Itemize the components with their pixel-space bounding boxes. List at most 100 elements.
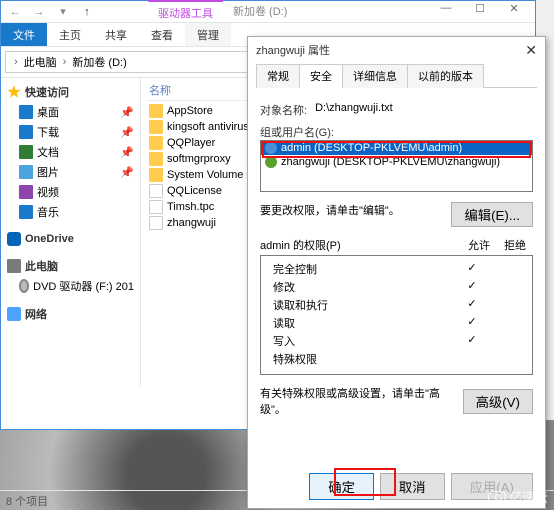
maximize-button[interactable]: ☐ xyxy=(463,2,497,22)
watermark-label: 亿速云 xyxy=(509,487,548,506)
users-listbox[interactable]: admin (DESKTOP-PKLVEMU\admin) zhangwuji … xyxy=(260,140,533,192)
nav-desktop[interactable]: 桌面📌 xyxy=(1,102,140,122)
tab-general[interactable]: 常规 xyxy=(256,64,300,88)
pc-icon xyxy=(7,259,21,273)
permission-row: 完全控制✓ xyxy=(267,260,526,278)
group-users-label: 组或用户名(G): xyxy=(260,124,533,140)
tab-home[interactable]: 主页 xyxy=(47,23,93,46)
user-row-admin[interactable]: admin (DESKTOP-PKLVEMU\admin) xyxy=(261,141,532,155)
nav-network[interactable]: 网络 xyxy=(1,304,140,324)
disc-icon xyxy=(19,279,29,293)
permission-name: 特殊权限 xyxy=(267,351,454,367)
col-allow: 允许 xyxy=(461,237,497,253)
nav-onedrive[interactable]: OneDrive xyxy=(1,230,140,248)
nav-label: 图片 xyxy=(37,164,59,180)
explorer-titlebar: ← → ▾ ↑ 驱动器工具 新加卷 (D:) — ☐ ✕ xyxy=(1,1,535,23)
file-name: Timsh.tpc xyxy=(167,201,214,213)
nav-downloads[interactable]: 下载📌 xyxy=(1,122,140,142)
nav-label: 文档 xyxy=(37,144,59,160)
dialog-titlebar: zhangwuji 属性 ✕ xyxy=(248,37,545,63)
edit-hint: 要更改权限，请单击"编辑"。 xyxy=(260,205,400,217)
ribbon-context: 驱动器工具 新加卷 (D:) xyxy=(148,0,297,22)
nav-quick-access[interactable]: 快速访问 xyxy=(1,82,140,102)
deny-check xyxy=(490,351,526,367)
allow-check: ✓ xyxy=(454,279,490,295)
permission-name: 修改 xyxy=(267,279,454,295)
deny-check xyxy=(490,297,526,313)
dialog-title: zhangwuji 属性 xyxy=(256,42,330,58)
up-button[interactable]: ↑ xyxy=(77,3,97,21)
tab-share[interactable]: 共享 xyxy=(93,23,139,46)
nav-label: 下载 xyxy=(37,124,59,140)
permission-name: 读取和执行 xyxy=(267,297,454,313)
back-button[interactable]: ← xyxy=(5,3,25,21)
allow-check: ✓ xyxy=(454,333,490,349)
file-tab[interactable]: 文件 xyxy=(1,23,47,46)
folder-icon xyxy=(149,136,163,150)
pin-icon: 📌 xyxy=(120,146,134,159)
tab-view[interactable]: 查看 xyxy=(139,23,185,46)
permission-row: 读取✓ xyxy=(267,314,526,332)
permission-row: 写入✓ xyxy=(267,332,526,350)
permissions-listbox[interactable]: 完全控制✓修改✓读取和执行✓读取✓写入✓特殊权限 xyxy=(260,255,533,375)
nav-videos[interactable]: 视频 xyxy=(1,182,140,202)
deny-check xyxy=(490,261,526,277)
nav-documents[interactable]: 文档 📌 xyxy=(1,142,140,162)
nav-label: 音乐 xyxy=(37,204,59,220)
col-deny: 拒绝 xyxy=(497,237,533,253)
nav-label: OneDrive xyxy=(25,233,74,245)
minimize-button[interactable]: — xyxy=(429,2,463,22)
folder-icon xyxy=(149,104,163,118)
tab-previous[interactable]: 以前的版本 xyxy=(407,64,484,88)
file-name: kingsoft antivirus xyxy=(167,121,249,133)
user-label: admin (DESKTOP-PKLVEMU\admin) xyxy=(281,142,462,154)
allow-check xyxy=(454,351,490,367)
videos-icon xyxy=(19,185,33,199)
nav-pane: 快速访问 桌面📌 下载📌 文档📌 图片📌 视频 音乐 OneDrive 此电脑 … xyxy=(1,78,141,387)
nav-label: 网络 xyxy=(25,306,47,322)
file-name: QQPlayer xyxy=(167,137,215,149)
permission-row: 特殊权限 xyxy=(267,350,526,368)
user-icon xyxy=(265,156,277,168)
nav-thispc[interactable]: 此电脑 xyxy=(1,256,140,276)
close-button[interactable]: ✕ xyxy=(525,42,537,59)
nav-pictures[interactable]: 图片📌 xyxy=(1,162,140,182)
folder-icon xyxy=(149,120,163,134)
onedrive-icon xyxy=(7,232,21,246)
nav-music[interactable]: 音乐 xyxy=(1,202,140,222)
tab-security[interactable]: 安全 xyxy=(299,64,343,88)
user-label: zhangwuji (DESKTOP-PKLVEMU\zhangwuji) xyxy=(281,156,500,168)
allow-check: ✓ xyxy=(454,261,490,277)
security-tab-body: 对象名称: D:\zhangwuji.txt 组或用户名(G): admin (… xyxy=(248,88,545,435)
folder-icon xyxy=(149,152,163,166)
close-button[interactable]: ✕ xyxy=(497,2,531,22)
deny-check xyxy=(490,333,526,349)
edit-button[interactable]: 编辑(E)... xyxy=(451,202,533,227)
user-row-zhangwuji[interactable]: zhangwuji (DESKTOP-PKLVEMU\zhangwuji) xyxy=(261,155,532,169)
ok-button[interactable]: 确定 xyxy=(309,473,374,500)
music-icon xyxy=(19,205,33,219)
file-icon xyxy=(149,200,163,214)
nav-label: 此电脑 xyxy=(25,258,58,274)
cancel-button[interactable]: 取消 xyxy=(380,473,445,500)
advanced-hint: 有关特殊权限或高级设置，请单击"高级"。 xyxy=(260,385,440,417)
tab-manage[interactable]: 管理 xyxy=(185,23,231,46)
chevron-right-icon: › xyxy=(12,56,20,68)
nav-dvd[interactable]: DVD 驱动器 (F:) 201 xyxy=(1,276,140,296)
permission-name: 完全控制 xyxy=(267,261,454,277)
pin-icon: 📌 xyxy=(120,106,134,119)
object-name-value: D:\zhangwuji.txt xyxy=(315,102,393,118)
file-name: QQLicense xyxy=(167,185,222,197)
dialog-tabs: 常规 安全 详细信息 以前的版本 xyxy=(256,63,537,88)
permission-name: 读取 xyxy=(267,315,454,331)
breadcrumb-vol[interactable]: 新加卷 (D:) xyxy=(70,54,128,70)
tab-details[interactable]: 详细信息 xyxy=(342,64,408,88)
recent-button[interactable]: ▾ xyxy=(53,3,73,21)
file-icon xyxy=(149,216,163,230)
breadcrumb-pc[interactable]: 此电脑 xyxy=(22,54,59,70)
desktop-icon xyxy=(19,105,33,119)
object-name-label: 对象名称: xyxy=(260,102,307,118)
forward-button[interactable]: → xyxy=(29,3,49,21)
advanced-button[interactable]: 高级(V) xyxy=(463,389,533,414)
nav-label: 视频 xyxy=(37,184,59,200)
